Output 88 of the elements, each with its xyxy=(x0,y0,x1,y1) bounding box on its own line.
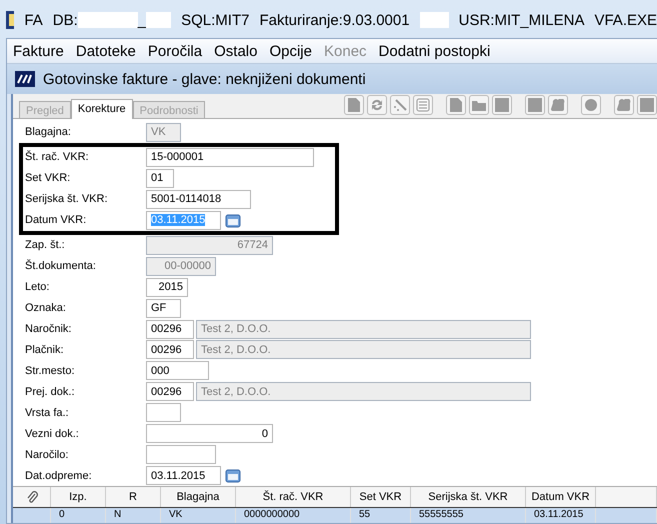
redaction-block xyxy=(78,12,138,28)
app-name: FA xyxy=(24,12,43,28)
toolbar-button[interactable] xyxy=(390,94,410,114)
table-cell: N xyxy=(106,508,161,523)
name-field: Test 2, D.O.O. xyxy=(196,320,531,339)
redaction-block xyxy=(420,12,449,28)
input-field[interactable]: 15-000001 xyxy=(146,148,314,167)
toolbar-button[interactable] xyxy=(446,94,466,114)
input-field[interactable]: 01 xyxy=(146,168,174,188)
square-icon xyxy=(640,98,654,112)
refresh-icon xyxy=(370,98,384,112)
toolbar-button[interactable] xyxy=(548,94,568,114)
input-field[interactable]: 00296 xyxy=(146,382,194,402)
calendar-icon[interactable] xyxy=(225,468,241,484)
field-label: Št.dokumenta: xyxy=(25,260,97,272)
input-field[interactable] xyxy=(146,445,216,464)
table-cell: 0000000000 xyxy=(236,508,351,523)
field-label: Datum VKR: xyxy=(25,214,88,226)
field-label: Set VKR: xyxy=(25,172,72,184)
toolbar-button[interactable] xyxy=(525,94,545,114)
toolbar-button[interactable] xyxy=(581,94,601,114)
table-cell: 0 xyxy=(51,508,106,523)
folder-icon xyxy=(472,98,486,110)
table-cell: 03.11.2015 xyxy=(526,508,596,523)
paperclip-icon xyxy=(26,490,38,504)
sql-server-label: SQL:MIT7 xyxy=(181,12,250,28)
toolbar-button[interactable] xyxy=(413,94,433,114)
toolbar-button[interactable] xyxy=(344,94,364,114)
calendar-icon[interactable] xyxy=(225,212,241,228)
executable-name: VFA.EXE xyxy=(594,12,657,28)
wand-icon xyxy=(393,98,407,112)
table-cell: 55555555 xyxy=(411,508,526,523)
field-label: Vezni dok.: xyxy=(25,428,80,440)
menu-item[interactable]: Ostalo xyxy=(214,42,258,60)
field-label: Vrsta fa.: xyxy=(25,406,70,419)
field-label: Št. rač. VKR: xyxy=(25,151,90,164)
table-cell: VK xyxy=(161,508,236,523)
input-field[interactable] xyxy=(146,403,181,422)
redaction-block xyxy=(146,12,172,28)
name-field: Test 2, D.O.O. xyxy=(196,382,531,402)
toolbar-button[interactable] xyxy=(637,94,657,114)
name-field: Test 2, D.O.O. xyxy=(196,340,531,360)
field-label: Plačnik: xyxy=(25,344,65,356)
input-field[interactable]: 2015 xyxy=(146,278,188,297)
blob-icon xyxy=(551,98,565,110)
page-icon xyxy=(348,98,360,112)
user-label: USR:MIT_MILENA xyxy=(458,12,584,28)
database-label: DB: xyxy=(52,12,78,28)
menu-item[interactable]: Fakture xyxy=(13,42,64,60)
field-label: Naročilo: xyxy=(25,448,70,461)
input-field[interactable]: 0 xyxy=(146,424,273,444)
document-title: Gotovinske fakture - glave: neknjiženi dokumenti xyxy=(43,70,366,88)
blob-icon xyxy=(617,98,631,110)
toolbar-button[interactable] xyxy=(614,94,634,114)
field-label: Oznaka: xyxy=(25,302,67,314)
field-label: Dat.odpreme: xyxy=(25,470,93,482)
menu-item[interactable]: Opcije xyxy=(269,42,312,60)
field-label: Prej. dok.: xyxy=(25,386,76,398)
input-field[interactable]: 5001-0114018 xyxy=(146,190,251,209)
field-label: Naročnik: xyxy=(25,323,72,336)
page-icon xyxy=(450,98,462,112)
table-row[interactable]: 0 N VK 0000000000 55 55555555 03.11.2015 xyxy=(13,507,657,523)
list-icon xyxy=(416,98,430,112)
toolbar-button[interactable] xyxy=(492,94,512,114)
module-version: Fakturiranje:9.03.0001 xyxy=(259,12,410,28)
field-label: Blagajna: xyxy=(25,126,72,138)
input-field[interactable]: 00296 xyxy=(146,340,194,360)
table-cell: 55 xyxy=(351,508,411,523)
menu-item[interactable]: Datoteke xyxy=(76,42,136,60)
input-field[interactable]: 000 xyxy=(146,361,209,380)
app-icon xyxy=(6,11,14,29)
field-label: Str.mesto: xyxy=(25,364,76,377)
toolbar-button[interactable] xyxy=(469,94,489,114)
field-label: Leto: xyxy=(25,281,50,294)
menu-item[interactable]: Dodatni postopki xyxy=(378,42,490,60)
database-suffix: _ xyxy=(138,12,146,28)
tab[interactable]: Korekture xyxy=(70,99,133,119)
toolbar-button[interactable] xyxy=(367,94,387,114)
globe-icon xyxy=(584,98,598,112)
square-icon xyxy=(495,98,509,112)
input-field[interactable]: 00296 xyxy=(146,320,194,339)
menu-item[interactable]: Poročila xyxy=(148,42,202,60)
input-field[interactable]: GF xyxy=(146,298,181,318)
field-label: Serijska št. VKR: xyxy=(25,193,109,206)
logo-icon xyxy=(15,71,35,87)
input-field[interactable]: 03.11.2015 xyxy=(146,466,221,486)
field-label: Zap. št.: xyxy=(25,239,66,252)
square-icon xyxy=(528,98,542,112)
